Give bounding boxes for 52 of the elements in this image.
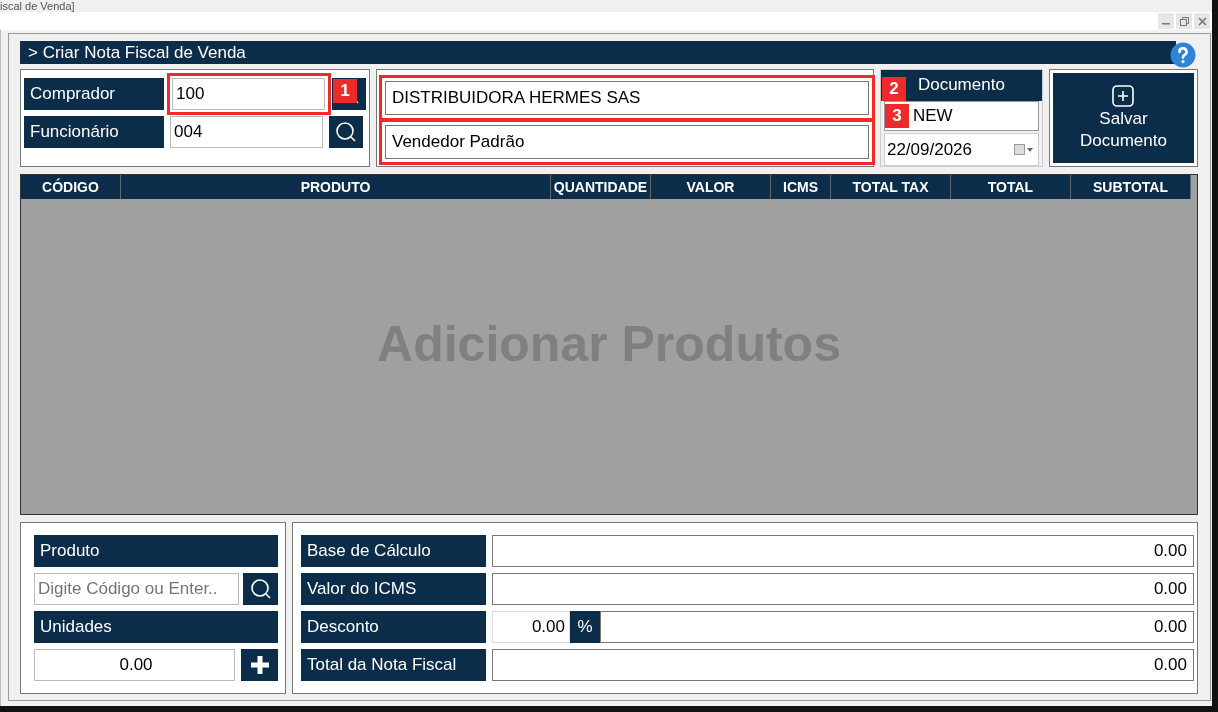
name-field[interactable]: Vendedor Padrão bbox=[385, 125, 869, 159]
field-label: Total da Nota Fiscal bbox=[301, 649, 486, 681]
units-field[interactable]: 0.00 bbox=[34, 649, 235, 681]
column-header[interactable]: TOTAL bbox=[951, 175, 1071, 199]
value-field: 0.00 bbox=[492, 649, 1194, 681]
name-field[interactable]: DISTRIBUIDORA HERMES SAS bbox=[385, 81, 869, 115]
window-title: iscal de Venda] bbox=[0, 0, 75, 12]
search-icon bbox=[334, 120, 358, 144]
discount-percent-field[interactable]: 0.00 bbox=[492, 611, 570, 643]
field-label: Unidades bbox=[34, 611, 278, 643]
callout-badge: 2 bbox=[881, 77, 906, 101]
page-title: > Criar Nota Fiscal de Venda bbox=[20, 41, 1176, 64]
minimize-button[interactable] bbox=[1158, 13, 1174, 29]
column-header[interactable]: VALOR bbox=[651, 175, 771, 199]
percent-label: % bbox=[570, 611, 600, 643]
field-label: Valor do ICMS bbox=[301, 573, 486, 605]
value-field: 0.00 bbox=[492, 573, 1194, 605]
callout-badge: 3 bbox=[884, 103, 909, 128]
product-search-field[interactable]: Digite Código ou Enter.. bbox=[34, 573, 239, 605]
field-label: Funcionário bbox=[24, 116, 164, 148]
field-label: Desconto bbox=[301, 611, 486, 643]
value-field: 0.00 bbox=[492, 535, 1194, 567]
field-label: Base de Cálculo bbox=[301, 535, 486, 567]
callout-badge: 1 bbox=[333, 79, 357, 103]
help-icon[interactable] bbox=[1170, 42, 1196, 68]
date-picker[interactable]: 22/09/2026 bbox=[883, 133, 1039, 166]
document-label: Documento bbox=[917, 75, 1005, 96]
input-field[interactable]: 004 bbox=[170, 116, 323, 148]
column-header[interactable]: CÓDIGO bbox=[21, 175, 121, 199]
plus-icon bbox=[1112, 85, 1135, 107]
column-header[interactable]: ICMS bbox=[771, 175, 831, 199]
field-label: Produto bbox=[34, 535, 278, 567]
column-header[interactable]: PRODUTO bbox=[121, 175, 551, 199]
save-document-button[interactable]: Salvar Documento bbox=[1052, 73, 1194, 163]
value-field[interactable]: 0.00 bbox=[600, 611, 1194, 643]
input-field[interactable]: 100 bbox=[172, 78, 325, 110]
calendar-icon bbox=[1013, 143, 1034, 156]
close-icon bbox=[1197, 16, 1207, 26]
search-button[interactable] bbox=[329, 116, 363, 148]
column-header[interactable]: SUBTOTAL bbox=[1071, 175, 1191, 199]
column-header[interactable]: QUANTIDADE bbox=[551, 175, 651, 199]
search-button[interactable] bbox=[243, 573, 278, 605]
add-button[interactable] bbox=[241, 649, 278, 681]
field-label: Comprador bbox=[24, 78, 164, 110]
document-number-field[interactable]: 3 NEW bbox=[883, 100, 1039, 132]
search-button[interactable]: 1 bbox=[332, 78, 366, 110]
restore-button[interactable] bbox=[1176, 13, 1192, 29]
restore-icon bbox=[1179, 16, 1189, 26]
search-icon bbox=[248, 577, 273, 601]
close-button[interactable] bbox=[1194, 13, 1210, 29]
plus-icon bbox=[248, 654, 271, 676]
column-header[interactable]: TOTAL TAX bbox=[831, 175, 951, 199]
